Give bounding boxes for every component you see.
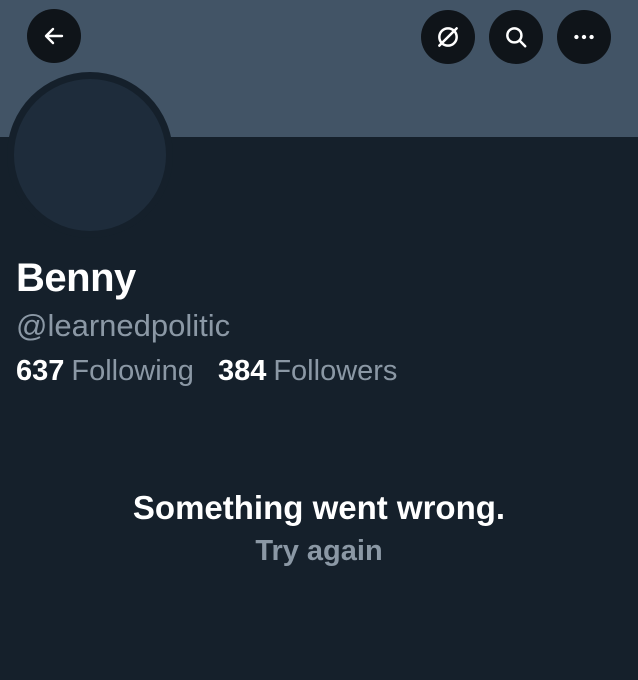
grok-icon	[438, 27, 458, 47]
more-horizontal-icon	[574, 34, 594, 40]
avatar[interactable]	[7, 72, 173, 238]
profile-screen: Benny @learnedpolitic 637 Following 384 Fo…	[0, 0, 638, 680]
back-button[interactable]	[27, 9, 81, 63]
more-options-button[interactable]	[557, 10, 611, 64]
followers-link[interactable]: 384 Followers	[218, 353, 397, 389]
try-again-button[interactable]: Try again	[255, 535, 382, 567]
retry-container: Try again	[0, 532, 638, 570]
profile-handle: @learnedpolitic	[16, 308, 231, 343]
profile-stats: 637 Following 384 Followers	[16, 353, 413, 389]
search-button[interactable]	[489, 10, 543, 64]
following-label: Following	[71, 355, 194, 387]
grok-button[interactable]	[421, 10, 475, 64]
search-icon	[506, 27, 527, 48]
arrow-left-icon	[44, 27, 64, 45]
followers-label: Followers	[273, 355, 398, 387]
followers-count: 384	[217, 355, 267, 387]
following-link[interactable]: 637 Following	[16, 353, 194, 389]
error-message: Something went wrong.	[132, 489, 506, 526]
following-count: 637	[16, 355, 65, 387]
avatar-image	[14, 79, 166, 231]
profile-display-name: Benny	[16, 256, 136, 300]
